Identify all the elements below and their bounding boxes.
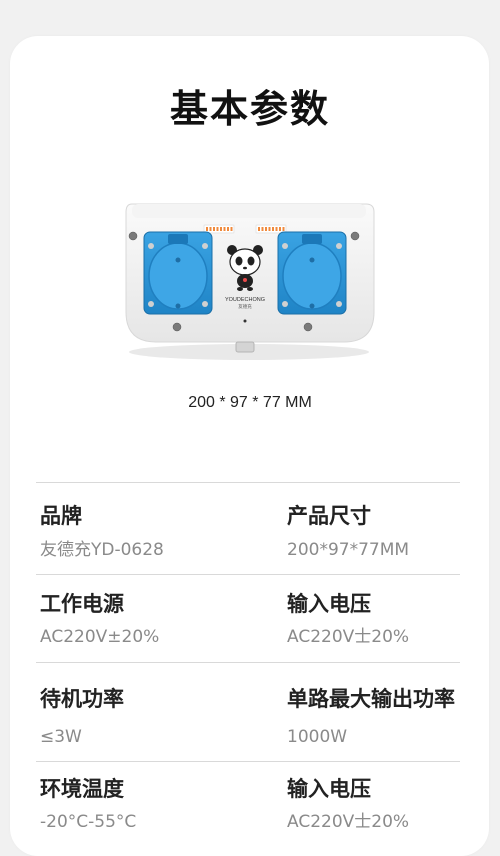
led-strip-left bbox=[203, 224, 235, 234]
spec-label-size: 产品尺寸 bbox=[287, 504, 371, 528]
spec-value-input-voltage: AC220V士20% bbox=[287, 627, 410, 647]
charger-illustration: YOUDECHONG 友德充 bbox=[125, 203, 375, 360]
dimensions-caption: 200 * 97 * 77 MM bbox=[188, 394, 312, 411]
product-image: YOUDECHONG 友德充 bbox=[118, 194, 380, 364]
spec-value-max-output: 1000W bbox=[287, 727, 348, 747]
socket-left bbox=[143, 231, 213, 315]
page-title: 基本参数 bbox=[169, 87, 330, 131]
spec-value-standby-power: ≤3W bbox=[40, 727, 82, 747]
spec-value-input-voltage-2: AC220V士20% bbox=[287, 812, 410, 832]
spec-value-size: 200*97*77MM bbox=[287, 540, 410, 560]
divider bbox=[36, 662, 460, 663]
divider bbox=[36, 761, 460, 762]
spec-value-ambient-temp: -20°C-55°C bbox=[40, 812, 137, 832]
spec-label-input-voltage-2: 输入电压 bbox=[287, 777, 371, 801]
led-strip-right bbox=[255, 224, 287, 234]
spec-label-brand: 品牌 bbox=[40, 504, 82, 528]
socket-right bbox=[277, 231, 347, 315]
brand-mark: YOUDECHONG bbox=[225, 297, 265, 303]
spec-value-brand: 友德充YD-0628 bbox=[40, 540, 164, 560]
spec-label-input-voltage: 输入电压 bbox=[287, 592, 371, 616]
divider bbox=[36, 482, 460, 483]
spec-label-ambient-temp: 环境温度 bbox=[40, 777, 124, 801]
spec-label-max-output: 单路最大输出功率 bbox=[287, 687, 455, 711]
brand-mark-cn: 友德充 bbox=[238, 303, 252, 310]
spec-value-power-supply: AC220V±20% bbox=[40, 627, 160, 647]
spec-label-power-supply: 工作电源 bbox=[40, 592, 124, 616]
spec-label-standby-power: 待机功率 bbox=[40, 687, 124, 711]
divider bbox=[36, 574, 460, 575]
